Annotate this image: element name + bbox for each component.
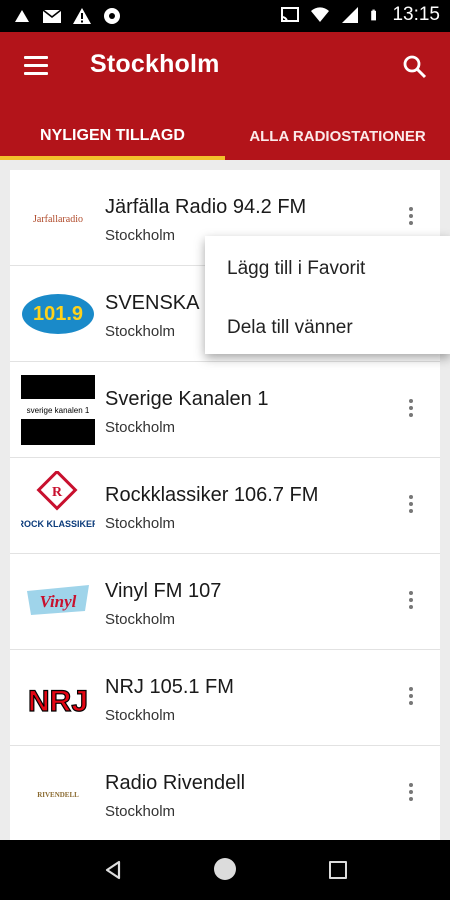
station-logo: NRJ bbox=[21, 663, 95, 733]
station-name: Vinyl FM 107 bbox=[105, 580, 222, 602]
app-bar: Stockholm NYLIGEN TILLAGD ALLA RADIOSTAT… bbox=[0, 32, 450, 160]
station-name: Radio Rivendell bbox=[105, 772, 246, 794]
list-item[interactable]: R ROCK KLASSIKER Rockklassiker 106.7 FM … bbox=[10, 458, 440, 554]
status-bar: 13:15 bbox=[0, 0, 450, 32]
station-city: Stockholm bbox=[105, 323, 176, 340]
cast-icon bbox=[281, 7, 300, 23]
station-logo: RIVENDELL bbox=[21, 759, 95, 829]
home-icon[interactable] bbox=[214, 858, 236, 880]
station-name: Rockklassiker 106.7 FM bbox=[105, 484, 319, 506]
more-options-icon[interactable] bbox=[408, 495, 414, 517]
more-options-icon[interactable] bbox=[408, 783, 414, 805]
more-options-icon[interactable] bbox=[408, 591, 414, 613]
station-logo: Jarfallaradio bbox=[21, 183, 95, 253]
station-city: Stockholm bbox=[105, 515, 176, 532]
logo-text: Vinyl bbox=[40, 592, 77, 611]
station-city: Stockholm bbox=[105, 707, 176, 724]
station-name: Järfälla Radio 94.2 FM bbox=[105, 196, 307, 218]
logo-text: sverige kanalen 1 bbox=[27, 406, 90, 415]
more-options-icon[interactable] bbox=[408, 207, 414, 229]
tab-all-stations[interactable]: ALLA RADIOSTATIONER bbox=[225, 112, 450, 160]
battery-icon bbox=[371, 9, 377, 21]
logo-text: ROCK KLASSIKER bbox=[21, 519, 95, 529]
menu-item-add-favorite[interactable]: Lägg till i Favorit bbox=[227, 258, 365, 280]
station-logo: sverige kanalen 1 bbox=[21, 375, 95, 445]
menu-icon[interactable] bbox=[24, 56, 48, 76]
signal-icon bbox=[342, 7, 359, 23]
context-menu: Lägg till i Favorit Dela till vänner bbox=[205, 236, 450, 354]
station-logo: Vinyl bbox=[21, 567, 95, 637]
station-name: NRJ 105.1 FM bbox=[105, 676, 234, 698]
station-city: Stockholm bbox=[105, 419, 176, 436]
tab-recently-added[interactable]: NYLIGEN TILLAGD bbox=[0, 112, 225, 160]
tab-bar: NYLIGEN TILLAGD ALLA RADIOSTATIONER bbox=[0, 112, 450, 160]
search-icon[interactable] bbox=[402, 54, 428, 80]
station-city: Stockholm bbox=[105, 803, 176, 820]
station-city: Stockholm bbox=[105, 227, 176, 244]
svg-text:R: R bbox=[52, 485, 63, 500]
logo-text: Jarfallaradio bbox=[33, 214, 83, 225]
tab-indicator bbox=[0, 156, 225, 160]
list-item[interactable]: Vinyl Vinyl FM 107 Stockholm bbox=[10, 554, 440, 650]
warning-icon bbox=[73, 8, 91, 24]
logo-text: NRJ bbox=[28, 685, 88, 718]
station-name: SVENSKA bbox=[105, 292, 200, 314]
list-item[interactable]: sverige kanalen 1 Sverige Kanalen 1 Stoc… bbox=[10, 362, 440, 458]
logo-text: 101.9 bbox=[33, 303, 83, 325]
station-logo: R ROCK KLASSIKER bbox=[21, 471, 95, 541]
clock: 13:15 bbox=[392, 4, 440, 25]
station-city: Stockholm bbox=[105, 611, 176, 628]
email-icon bbox=[42, 9, 62, 23]
wifi-icon bbox=[311, 7, 330, 23]
more-options-icon[interactable] bbox=[408, 399, 414, 421]
android-icon bbox=[15, 10, 29, 22]
list-item[interactable]: NRJ NRJ 105.1 FM Stockholm bbox=[10, 650, 440, 746]
logo-text: RIVENDELL bbox=[37, 791, 79, 799]
station-logo: 101.9 bbox=[22, 294, 94, 334]
menu-item-share-friends[interactable]: Dela till vänner bbox=[227, 317, 353, 339]
navigation-bar bbox=[0, 840, 450, 900]
back-icon[interactable] bbox=[104, 860, 122, 880]
more-options-icon[interactable] bbox=[408, 687, 414, 709]
page-title: Stockholm bbox=[90, 50, 220, 78]
recent-apps-icon[interactable] bbox=[329, 861, 347, 879]
settings-icon bbox=[104, 8, 120, 24]
list-item[interactable]: RIVENDELL Radio Rivendell Stockholm bbox=[10, 746, 440, 840]
station-name: Sverige Kanalen 1 bbox=[105, 388, 269, 410]
